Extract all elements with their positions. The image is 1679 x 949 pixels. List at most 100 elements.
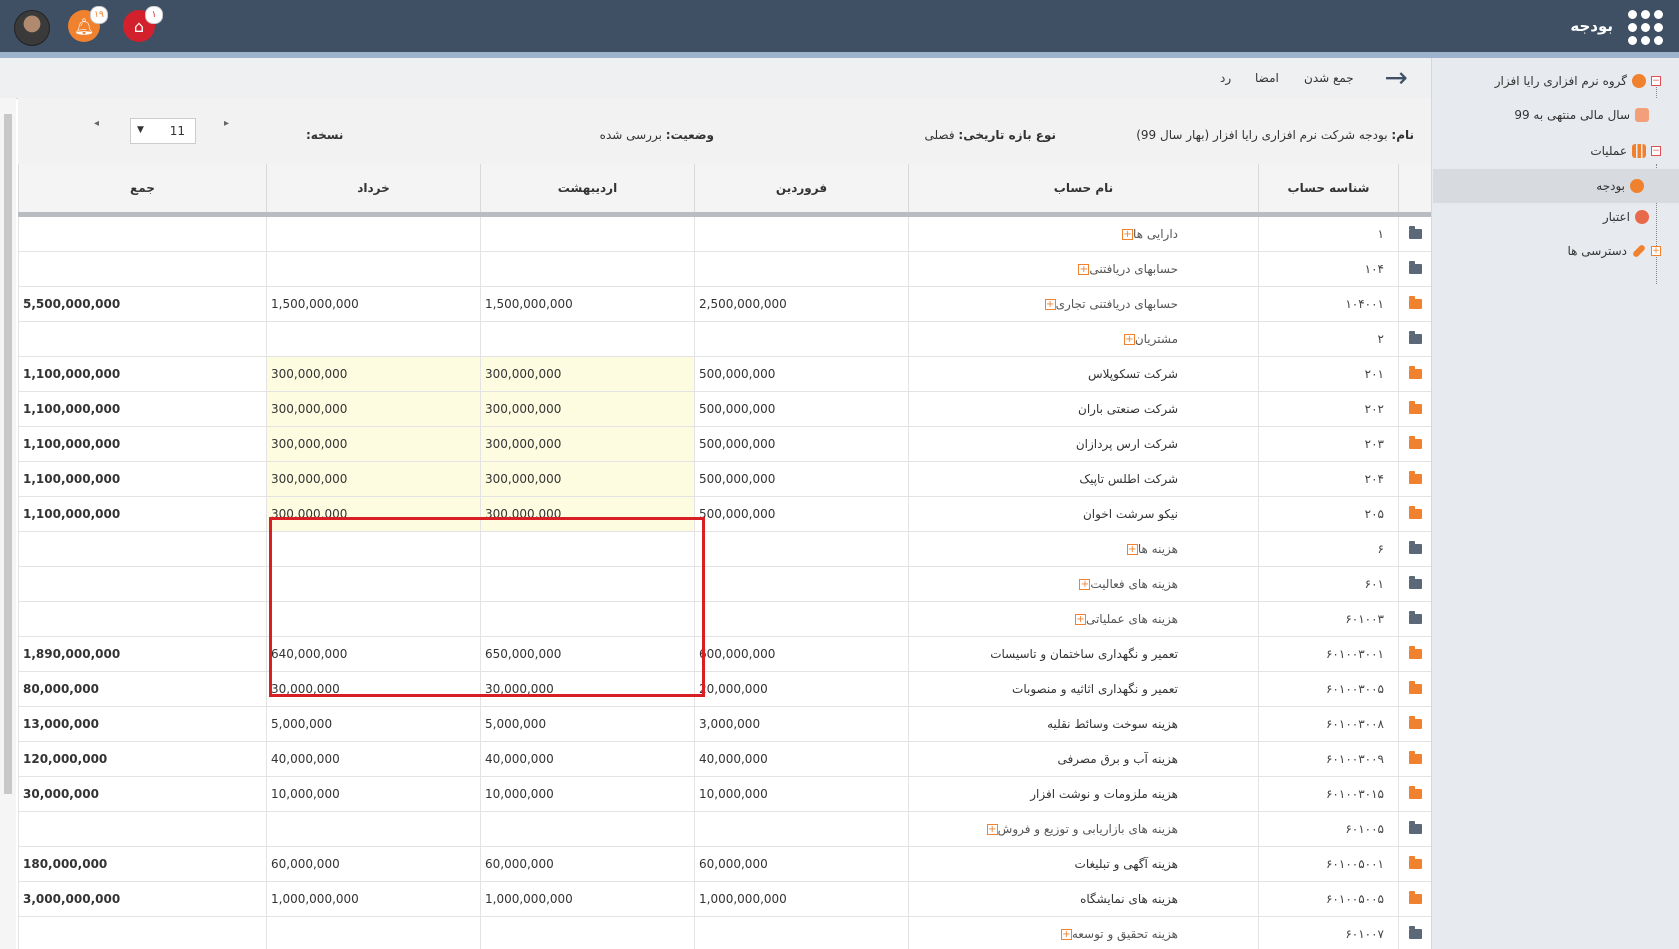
column-header-khordad[interactable]: خرداد bbox=[266, 164, 481, 217]
scrollbar-thumb[interactable] bbox=[4, 114, 12, 794]
khordad-cell[interactable]: 300,000,000 bbox=[266, 356, 481, 392]
ordibehesht-cell[interactable]: 1,000,000,000 bbox=[480, 881, 695, 917]
khordad-cell[interactable] bbox=[266, 601, 481, 637]
farvardin-cell[interactable]: 40,000,000 bbox=[694, 741, 909, 777]
apps-grid-icon[interactable] bbox=[1627, 9, 1663, 45]
farvardin-cell[interactable]: 1,000,000,000 bbox=[694, 881, 909, 917]
ordibehesht-cell[interactable] bbox=[480, 566, 695, 602]
khordad-cell[interactable]: 30,000,000 bbox=[266, 671, 481, 707]
farvardin-cell[interactable] bbox=[694, 811, 909, 847]
column-header-ordibehesht[interactable]: اردیبهشت bbox=[480, 164, 695, 217]
farvardin-cell[interactable]: 500,000,000 bbox=[694, 391, 909, 427]
ordibehesht-cell[interactable]: 300,000,000 bbox=[480, 461, 695, 497]
column-header-total[interactable]: جمع bbox=[18, 164, 267, 217]
tree-item-credit[interactable]: اعتبار bbox=[1603, 206, 1649, 228]
ordibehesht-cell[interactable] bbox=[480, 321, 695, 357]
table-row[interactable]: ۶۰۱۰۰۳۰۰۹ هزینه آب و برق مصرفی 40,000,000 4… bbox=[18, 741, 1432, 777]
table-row[interactable]: ۱۰۴ حسابهای دریافتنی+ bbox=[18, 251, 1432, 287]
table-row[interactable]: ۶۰۱۰۰۵ هزینه های بازاریابی و توزیع و فروش… bbox=[18, 811, 1432, 847]
expand-plus-icon[interactable]: + bbox=[1044, 299, 1056, 310]
farvardin-cell[interactable]: 10,000,000 bbox=[694, 776, 909, 812]
ordibehesht-cell[interactable] bbox=[480, 531, 695, 567]
ordibehesht-cell[interactable]: 5,000,000 bbox=[480, 706, 695, 742]
expand-plus-icon[interactable]: + bbox=[1079, 579, 1091, 590]
user-avatar[interactable] bbox=[14, 10, 50, 46]
farvardin-cell[interactable]: 500,000,000 bbox=[694, 426, 909, 462]
ordibehesht-cell[interactable] bbox=[480, 811, 695, 847]
table-row[interactable]: ۱۰۴۰۰۱ حسابهای دریافتنی تجاری+ 2,500,000,0… bbox=[18, 286, 1432, 322]
khordad-cell[interactable]: 40,000,000 bbox=[266, 741, 481, 777]
left-scrollbar[interactable] bbox=[0, 98, 16, 949]
table-row[interactable]: ۲۰۵ نیکو سرشت اخوان 500,000,000 300,000,000… bbox=[18, 496, 1432, 532]
table-row[interactable]: ۲۰۴ شرکت اطلس تاپیک 500,000,000 300,000,000… bbox=[18, 461, 1432, 497]
khordad-cell[interactable] bbox=[266, 566, 481, 602]
khordad-cell[interactable]: 640,000,000 bbox=[266, 636, 481, 672]
ordibehesht-cell[interactable]: 300,000,000 bbox=[480, 426, 695, 462]
farvardin-cell[interactable]: 3,000,000 bbox=[694, 706, 909, 742]
expand-plus-icon[interactable]: + bbox=[1126, 544, 1138, 555]
ordibehesht-cell[interactable]: 30,000,000 bbox=[480, 671, 695, 707]
farvardin-cell[interactable] bbox=[694, 916, 909, 949]
khordad-cell[interactable]: 5,000,000 bbox=[266, 706, 481, 742]
expand-plus-icon[interactable]: + bbox=[1123, 334, 1135, 345]
khordad-cell[interactable] bbox=[266, 214, 481, 252]
expand-toggle-icon[interactable]: + bbox=[1651, 246, 1661, 256]
table-row[interactable]: ۶۰۱۰۰۷ هزینه تحقیق و توسعه+ bbox=[18, 916, 1432, 949]
khordad-cell[interactable] bbox=[266, 251, 481, 287]
farvardin-cell[interactable]: 20,000,000 bbox=[694, 671, 909, 707]
ordibehesht-cell[interactable] bbox=[480, 601, 695, 637]
farvardin-cell[interactable]: 2,500,000,000 bbox=[694, 286, 909, 322]
ordibehesht-cell[interactable]: 40,000,000 bbox=[480, 741, 695, 777]
table-row[interactable]: ۶۰۱۰۰۵۰۰۵ هزینه های نمایشگاه 1,000,000,000… bbox=[18, 881, 1432, 917]
khordad-cell[interactable] bbox=[266, 916, 481, 949]
farvardin-cell[interactable] bbox=[694, 321, 909, 357]
table-row[interactable]: ۶۰۱۰۰۳ هزینه های عملیاتی+ bbox=[18, 601, 1432, 637]
farvardin-cell[interactable] bbox=[694, 601, 909, 637]
khordad-cell[interactable]: 10,000,000 bbox=[266, 776, 481, 812]
tree-item-access[interactable]: + دسترسی ها bbox=[1568, 240, 1661, 262]
farvardin-cell[interactable] bbox=[694, 531, 909, 567]
khordad-cell[interactable] bbox=[266, 811, 481, 847]
reject-button[interactable]: رد bbox=[1220, 71, 1231, 85]
farvardin-cell[interactable]: 500,000,000 bbox=[694, 461, 909, 497]
khordad-cell[interactable]: 300,000,000 bbox=[266, 426, 481, 462]
prev-version-arrow-icon[interactable]: ◂ bbox=[94, 118, 99, 129]
farvardin-cell[interactable]: 500,000,000 bbox=[694, 356, 909, 392]
table-row[interactable]: ۶۰۱۰۰۳۰۰۵ تعمیر و نگهداری اثاثیه و منصوبا… bbox=[18, 671, 1432, 707]
ordibehesht-cell[interactable]: 10,000,000 bbox=[480, 776, 695, 812]
table-row[interactable]: ۶۰۱ هزینه های فعالیت+ bbox=[18, 566, 1432, 602]
khordad-cell[interactable] bbox=[266, 531, 481, 567]
alerts-button[interactable]: ⌂ ۱ bbox=[123, 6, 163, 42]
ordibehesht-cell[interactable]: 300,000,000 bbox=[480, 356, 695, 392]
table-row[interactable]: ۶۰۱۰۰۵۰۰۱ هزینه آگهی و تبلیغات 60,000,000 6… bbox=[18, 846, 1432, 882]
ordibehesht-cell[interactable] bbox=[480, 251, 695, 287]
farvardin-cell[interactable]: 60,000,000 bbox=[694, 846, 909, 882]
column-header-account-name[interactable]: نام حساب bbox=[908, 164, 1259, 217]
expand-plus-icon[interactable]: + bbox=[1074, 614, 1086, 625]
tree-item-org[interactable]: − گروه نرم افزاری رایا افزار bbox=[1495, 70, 1661, 92]
khordad-cell[interactable]: 60,000,000 bbox=[266, 846, 481, 882]
expand-plus-icon[interactable]: + bbox=[1060, 929, 1072, 940]
farvardin-cell[interactable]: 500,000,000 bbox=[694, 496, 909, 532]
ordibehesht-cell[interactable]: 1,500,000,000 bbox=[480, 286, 695, 322]
khordad-cell[interactable]: 300,000,000 bbox=[266, 391, 481, 427]
ordibehesht-cell[interactable] bbox=[480, 916, 695, 949]
khordad-cell[interactable]: 1,000,000,000 bbox=[266, 881, 481, 917]
table-row[interactable]: ۶۰۱۰۰۳۰۰۸ هزینه سوخت وسائط نقلیه 3,000,000… bbox=[18, 706, 1432, 742]
expand-plus-icon[interactable]: + bbox=[986, 824, 998, 835]
tree-item-fiscal-year[interactable]: سال مالی منتهی به 99 bbox=[1514, 104, 1649, 126]
farvardin-cell[interactable] bbox=[694, 214, 909, 252]
farvardin-cell[interactable] bbox=[694, 566, 909, 602]
sign-button[interactable]: امضا bbox=[1255, 71, 1279, 85]
farvardin-cell[interactable] bbox=[694, 251, 909, 287]
expand-plus-icon[interactable]: + bbox=[1078, 264, 1090, 275]
column-header-account-id[interactable]: شناسه حساب bbox=[1258, 164, 1399, 217]
version-select[interactable]: 11 ▼ bbox=[130, 118, 196, 144]
ordibehesht-cell[interactable]: 300,000,000 bbox=[480, 391, 695, 427]
notifications-button[interactable]: 🔔︎ ۱۹ bbox=[68, 6, 108, 42]
khordad-cell[interactable] bbox=[266, 321, 481, 357]
tree-item-operations[interactable]: − عملیات bbox=[1590, 140, 1661, 162]
collapse-toggle-icon[interactable]: − bbox=[1651, 76, 1661, 86]
next-version-arrow-icon[interactable]: ▸ bbox=[224, 118, 229, 129]
table-row[interactable]: ۲۰۲ شرکت صنعتی باران 500,000,000 300,000,00… bbox=[18, 391, 1432, 427]
